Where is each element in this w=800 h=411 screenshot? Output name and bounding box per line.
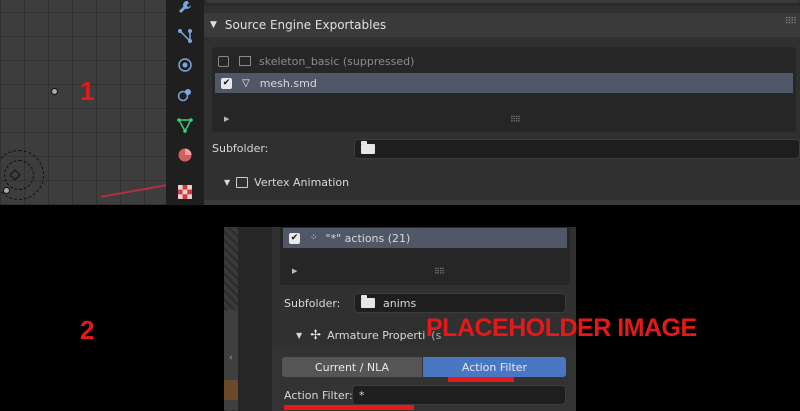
collapse-triangle-icon: ▼ bbox=[296, 330, 303, 340]
item-checkbox[interactable] bbox=[218, 55, 229, 67]
properties-editor: ▼ Source Engine Exportables ⠿⠿ skeleton_… bbox=[204, 0, 800, 205]
subfolder-label: Subfolder: bbox=[212, 142, 269, 155]
armature-icon: ✢ bbox=[310, 327, 322, 343]
exportables-list: skeleton_basic (suppressed) ✔ ▽ mesh.smd… bbox=[212, 47, 796, 132]
annotation-number-1: 1 bbox=[80, 76, 95, 106]
tab-action-filter[interactable]: Action Filter bbox=[423, 357, 566, 377]
collapse-triangle-icon: ▼ bbox=[210, 20, 217, 30]
physics-icon[interactable] bbox=[174, 54, 196, 76]
wrench-icon[interactable] bbox=[174, 0, 196, 18]
section-header-armature[interactable]: ▼ ✢ Armature Properti (s bbox=[296, 326, 441, 344]
tab-current-nla[interactable]: Current / NLA bbox=[282, 357, 422, 377]
mesh-triangle-icon: ▽ bbox=[242, 77, 250, 89]
list-item[interactable]: ✔ ⁘ "*" actions (21) bbox=[283, 228, 567, 248]
collapse-sidebar-icon[interactable]: ‹ bbox=[229, 353, 233, 363]
object-origin-dot bbox=[51, 88, 58, 95]
tab-bar-edge bbox=[238, 227, 272, 411]
item-label: "*" actions (21) bbox=[325, 231, 411, 245]
actions-icon: ⁘ bbox=[310, 233, 318, 243]
expand-list-icon[interactable]: ▶ bbox=[224, 115, 229, 123]
section-header-exportables[interactable]: ▼ Source Engine Exportables ⠿⠿ bbox=[204, 13, 800, 37]
resize-grip-icon[interactable]: ⠿⠿ bbox=[510, 115, 521, 124]
actions-list: ✔ ⁘ "*" actions (21) ▶ ⠿⠿ bbox=[280, 227, 570, 285]
annotation-number-2: 2 bbox=[80, 315, 95, 345]
particles-icon[interactable] bbox=[174, 84, 196, 106]
action-filter-field[interactable]: * bbox=[352, 385, 566, 405]
resize-grip-icon[interactable]: ⠿⠿ bbox=[434, 267, 445, 276]
x-axis-line bbox=[100, 180, 166, 198]
section-header-vertex-animation[interactable]: ▼ Vertex Animation bbox=[224, 173, 349, 191]
highlight-underline bbox=[448, 377, 514, 382]
list-item[interactable]: ✔ ▽ mesh.smd bbox=[215, 73, 793, 93]
section-title: Source Engine Exportables bbox=[224, 18, 387, 32]
subsection-title: Vertex Animation bbox=[254, 175, 350, 189]
item-label: skeleton_basic (suppressed) bbox=[259, 54, 415, 68]
properties-tab-bar bbox=[166, 0, 204, 205]
material-icon[interactable] bbox=[174, 144, 196, 166]
constraint-icon[interactable] bbox=[174, 25, 196, 47]
subfolder-field[interactable] bbox=[354, 139, 800, 159]
subsection-title: Armature Properti bbox=[327, 328, 426, 342]
vertex-animation-icon bbox=[236, 176, 249, 188]
item-label: mesh.smd bbox=[259, 76, 317, 90]
item-checkbox[interactable]: ✔ bbox=[221, 77, 232, 89]
subfolder-value: anims bbox=[383, 296, 417, 310]
expand-list-icon[interactable]: ▶ bbox=[292, 267, 297, 275]
armature-object-icon bbox=[239, 56, 251, 66]
light-origin-dot bbox=[3, 187, 10, 194]
folder-icon bbox=[361, 141, 375, 154]
collapse-triangle-icon: ▼ bbox=[224, 177, 231, 187]
drag-handle-icon[interactable]: ⠿⠿ bbox=[785, 17, 797, 27]
subfolder-label: Subfolder: bbox=[284, 297, 341, 310]
placeholder-text: PLACEHOLDER IMAGE bbox=[426, 314, 697, 342]
highlight-underline bbox=[284, 405, 414, 410]
vertex-data-icon[interactable] bbox=[174, 114, 196, 136]
item-checkbox[interactable]: ✔ bbox=[289, 232, 300, 244]
list-item[interactable]: skeleton_basic (suppressed) bbox=[212, 51, 796, 71]
action-filter-value: * bbox=[359, 388, 365, 402]
3d-viewport[interactable]: 1 bbox=[0, 0, 166, 205]
texture-icon[interactable] bbox=[174, 181, 196, 203]
folder-icon bbox=[361, 295, 375, 308]
subfolder-field[interactable]: anims bbox=[354, 293, 566, 313]
action-filter-label: Action Filter: bbox=[284, 389, 353, 402]
